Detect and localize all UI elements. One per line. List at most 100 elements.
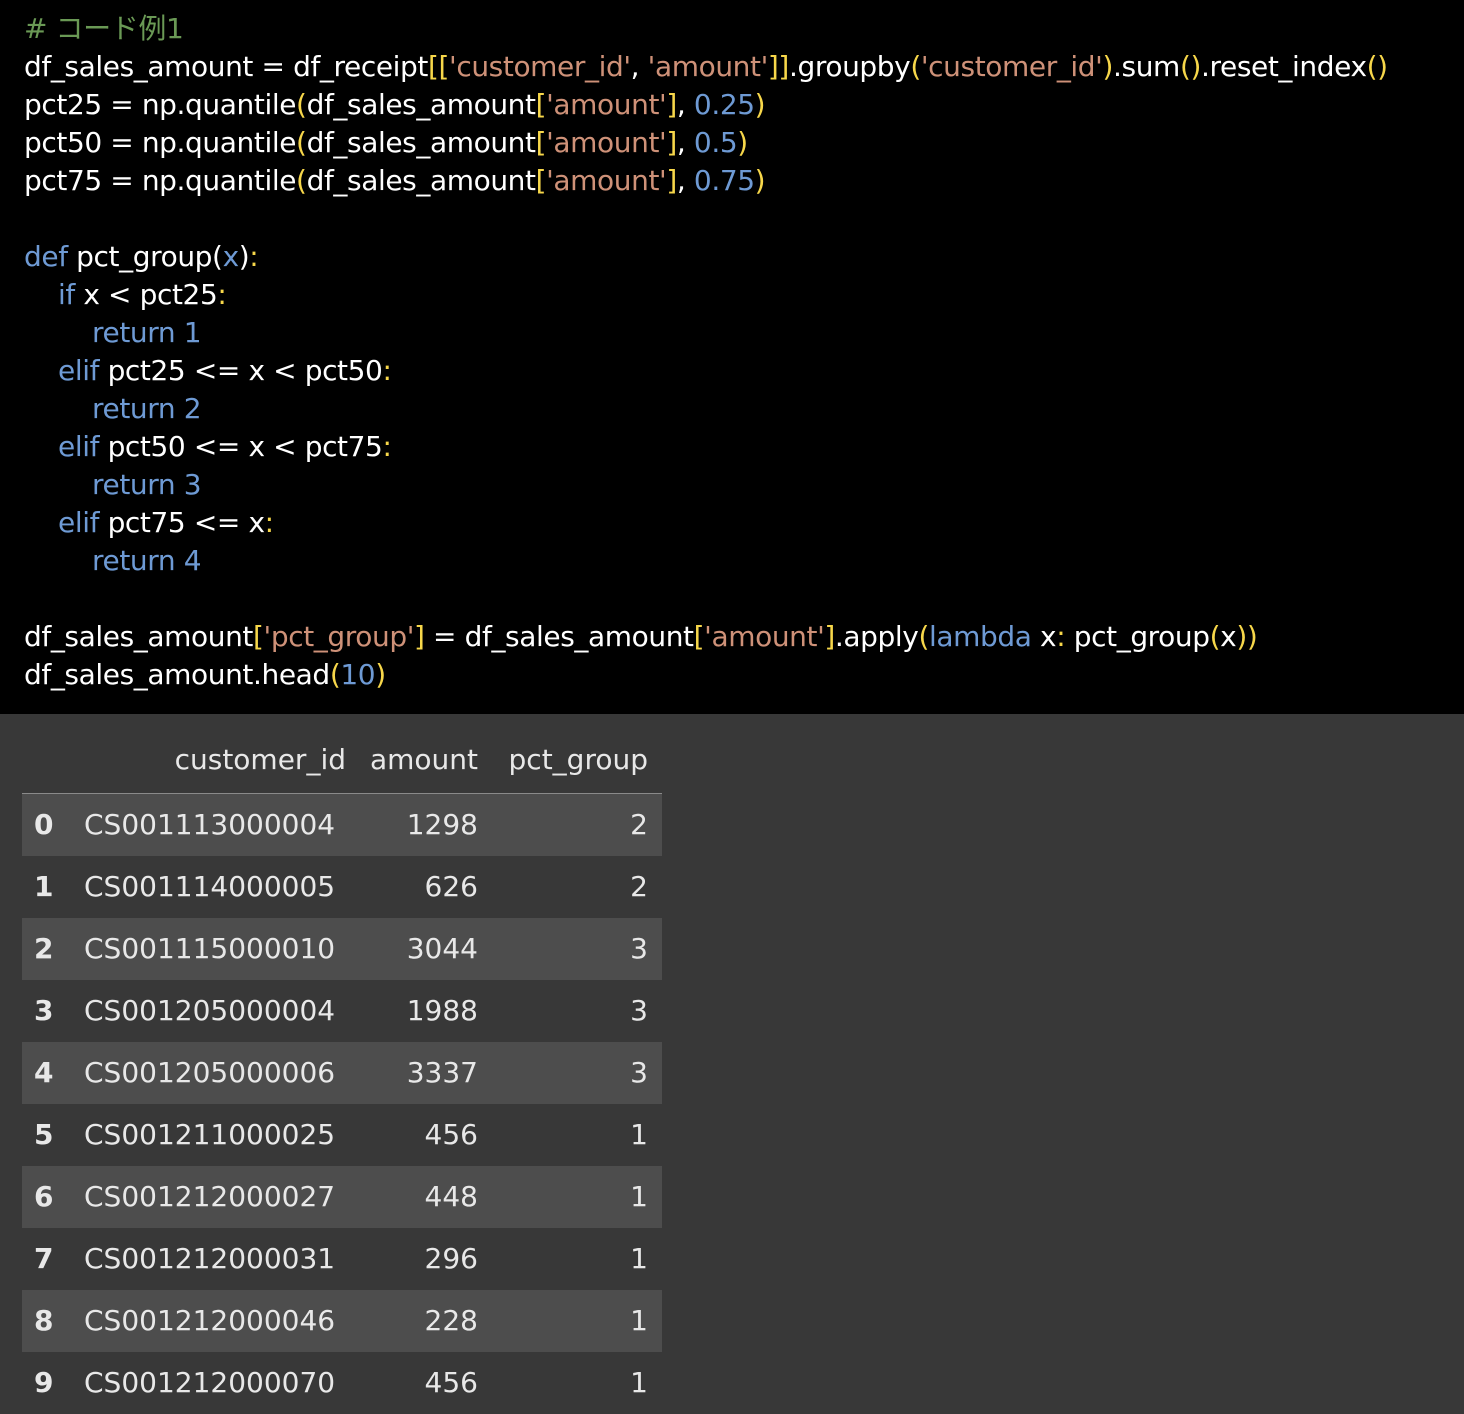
output-area: customer_id amount pct_group 0 CS00111300… [0,714,1464,1410]
cell-pct-group: 3 [630,994,648,1027]
code-line: return 3 [24,466,202,504]
code-line: df_sales_amount = df_receipt[['customer_… [24,48,1388,86]
code-token: x < pct25 [74,278,218,311]
code-token: ( [296,126,307,159]
code-token: pct50 <= x < pct75 [99,430,383,463]
code-token: [ [535,126,547,159]
cell-customer-id: CS001113000004 [84,808,336,841]
cell-customer-id: CS001114000005 [84,870,336,903]
code-token: df_sales_amount [306,126,536,159]
row-index: 3 [34,994,54,1027]
row-index: 8 [34,1304,54,1337]
column-header-customer-id: customer_id [174,743,346,776]
code-token: [ [535,88,547,121]
code-token: elif [58,430,100,463]
code-token: lambda [929,620,1032,653]
code-token: , [676,88,694,121]
code-token: ] [666,88,677,121]
cell-pct-group: 1 [630,1304,648,1337]
code-line: elif pct25 <= x < pct50: [24,352,392,390]
code-token: () [1179,50,1201,83]
code-token: return [92,468,176,501]
code-token: : [1056,620,1066,653]
code-token: ) [1102,50,1114,83]
code-token: 1 [183,316,202,349]
code-line: return 1 [24,314,202,352]
row-index: 2 [34,932,54,965]
code-token: ( [296,88,307,121]
cell-customer-id: CS001115000010 [84,932,336,965]
code-token: x [1031,620,1057,653]
code-line: pct25 = np.quantile(df_sales_amount['amo… [24,86,766,124]
code-token: pct_group( [67,240,223,273]
cell-customer-id: CS001205000006 [84,1056,336,1089]
row-index: 4 [34,1056,54,1089]
cell-pct-group: 1 [630,1242,648,1275]
row-index: 1 [34,870,54,903]
code-token: ] [666,164,677,197]
code-token: .reset_index [1201,50,1367,83]
code-token: ) [754,88,766,121]
cell-amount: 448 [424,1180,478,1213]
code-line: pct75 = np.quantile(df_sales_amount['amo… [24,162,766,200]
code-line: if x < pct25: [24,276,227,314]
cell-amount: 3044 [406,932,478,965]
code-token: .sum [1113,50,1180,83]
code-token: 0.5 [693,126,738,159]
table-row: 1 CS001114000005 626 2 [22,856,662,918]
code-token: 'amount' [647,50,769,83]
code-token: return [92,392,176,425]
table-row: 9 CS001212000070 456 1 [22,1352,662,1414]
code-token: pct50 = np.quantile [24,126,297,159]
code-token: pct_group [1065,620,1210,653]
code-token: [ [535,164,547,197]
code-token: 0.25 [693,88,755,121]
code-token: ) [754,164,766,197]
cell-customer-id: CS001205000004 [84,994,336,1027]
code-line: elif pct75 <= x: [24,504,274,542]
code-token: ] [414,620,425,653]
code-token: ) [737,126,748,159]
cell-customer-id: CS001211000025 [84,1118,336,1151]
code-token: 10 [340,658,376,691]
code-token: elif [58,506,100,539]
code-token: .apply [834,620,919,653]
code-token: , [630,50,648,83]
code-token: 0.75 [693,164,755,197]
code-token: ] [824,620,835,653]
code-token: ( [329,658,341,691]
code-token: 'customer_id' [449,50,631,83]
cell-amount: 626 [424,870,478,903]
code-line: elif pct50 <= x < pct75: [24,428,392,466]
code-cell[interactable]: # コード例1 df_sales_amount = df_receipt[['cu… [0,0,1464,714]
cell-amount: 296 [424,1242,478,1275]
code-token: 'amount' [546,126,667,159]
cell-pct-group: 3 [630,932,648,965]
code-token: : [264,506,274,539]
column-header-pct-group: pct_group [508,743,648,776]
code-token: df_sales_amount [306,88,536,121]
code-token: ) [238,240,250,273]
code-token: [ [253,620,264,653]
code-token: () [1366,50,1388,83]
code-token: 'pct_group' [263,620,415,653]
table-header: customer_id amount pct_group [22,714,662,794]
code-token: pct25 = np.quantile [24,88,297,121]
table-row: 8 CS001212000046 228 1 [22,1290,662,1352]
cell-amount: 228 [424,1304,478,1337]
cell-amount: 3337 [406,1056,478,1089]
code-token: ( [1209,620,1221,653]
code-line: return 2 [24,390,202,428]
code-token: def [24,240,68,273]
code-token: 'customer_id' [920,50,1103,83]
row-index: 7 [34,1242,54,1275]
code-token: [[ [427,50,450,83]
